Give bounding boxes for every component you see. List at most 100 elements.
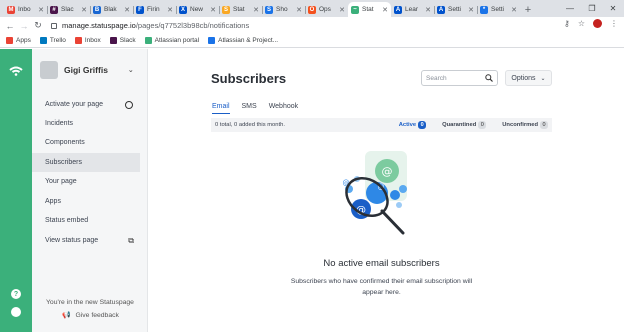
tab-title: Firin [147, 6, 160, 13]
tab-favicon-icon: # [50, 5, 58, 14]
close-tab-icon[interactable]: ✕ [468, 6, 474, 14]
new-tab-button[interactable]: + [520, 2, 536, 17]
tab-webhook[interactable]: Webhook [269, 103, 298, 114]
user-name: Gigi Griffis [64, 65, 108, 75]
sidebar: Gigi Griffis ⌄ Activate your page Incide… [32, 49, 148, 332]
empty-state-description: Subscribers who have confirmed their ema… [290, 278, 473, 296]
page-title: Subscribers [211, 71, 287, 86]
give-feedback-link[interactable]: 📢 Give feedback [62, 311, 119, 320]
filter-unconfirmed[interactable]: Unconfirmed 0 [502, 121, 548, 129]
tab-title: Ops [319, 6, 331, 13]
close-tab-icon[interactable]: ✕ [167, 6, 173, 14]
close-window-icon[interactable]: ✕ [603, 0, 623, 17]
options-dropdown[interactable]: Options ⌄ [505, 70, 552, 86]
account-switcher[interactable]: Gigi Griffis ⌄ [40, 61, 134, 79]
bookmark-icon [74, 37, 82, 44]
browser-tab-strip: M Inbo ✕ # Slac ✕ B Blak ✕ F Firin ✕ X New ✕ S Stat ✕ S Sho… [0, 0, 624, 17]
tab-favicon-icon: O [308, 5, 316, 14]
profile-avatar-icon[interactable] [593, 19, 602, 28]
statuspage-logo-icon[interactable] [9, 66, 23, 76]
close-tab-icon[interactable]: ✕ [339, 6, 345, 14]
sidebar-item-apps[interactable]: Apps [32, 192, 140, 211]
reload-icon[interactable]: ↻ [31, 20, 45, 31]
user-avatar-icon[interactable] [11, 307, 21, 317]
sidebar-item-activate[interactable]: Activate your page [32, 95, 140, 114]
address-bar[interactable]: manage.statuspage.io/pages/q7752l3b98cb/… [51, 19, 249, 32]
close-tab-icon[interactable]: ✕ [253, 6, 259, 14]
bookmark-item[interactable]: Slack [109, 37, 136, 44]
tab-title: Slac [61, 6, 74, 13]
forward-icon[interactable]: → [17, 21, 31, 31]
sidebar-item-status-embed[interactable]: Status embed [32, 211, 140, 230]
bookmark-item[interactable]: Inbox [74, 37, 101, 44]
browser-tab[interactable]: A Setti ✕ [434, 2, 477, 17]
bookmark-item[interactable]: Apps [6, 37, 31, 44]
sidebar-item-components[interactable]: Components [32, 133, 140, 152]
url-path: /pages/q7752l3b98cb/notifications [135, 21, 250, 30]
browser-tab[interactable]: # Slac ✕ [47, 2, 90, 17]
tab-favicon-icon: S [222, 5, 230, 14]
sidebar-item-incidents[interactable]: Incidents [32, 114, 140, 133]
lock-icon [51, 22, 57, 29]
menu-icon[interactable]: ⋮ [610, 19, 618, 28]
close-tab-icon[interactable]: ✕ [81, 6, 87, 14]
browser-tab[interactable]: S Stat ✕ [219, 2, 262, 17]
tab-title: Setti [448, 6, 462, 13]
close-tab-icon[interactable]: ✕ [382, 6, 388, 14]
browser-tab[interactable]: * Setti ✕ [477, 2, 520, 17]
sidebar-item-label: Incidents [45, 120, 74, 127]
tab-favicon-icon: M [7, 5, 15, 14]
close-tab-icon[interactable]: ✕ [38, 6, 44, 14]
minimize-icon[interactable]: — [560, 0, 580, 17]
feedback-label: Give feedback [75, 311, 119, 319]
sidebar-item-label: Apps [45, 198, 61, 205]
bookmark-item[interactable]: Atlassian portal [144, 37, 200, 44]
close-tab-icon[interactable]: ✕ [210, 6, 216, 14]
external-link-icon: ⧉ [128, 235, 134, 245]
browser-tab[interactable]: F Firin ✕ [133, 2, 176, 17]
filter-label: Unconfirmed [502, 122, 538, 128]
filter-quarantined[interactable]: Quarantined 0 [442, 121, 487, 129]
sidebar-item-subscribers[interactable]: Subscribers [32, 153, 140, 172]
tab-email[interactable]: Email [212, 103, 230, 114]
star-icon[interactable]: ☆ [578, 19, 585, 28]
maximize-icon[interactable]: ❐ [582, 0, 602, 17]
count-badge: 0 [478, 121, 487, 129]
close-tab-icon[interactable]: ✕ [296, 6, 302, 14]
help-icon[interactable]: ? [11, 289, 21, 299]
close-tab-icon[interactable]: ✕ [511, 6, 517, 14]
bookmark-item[interactable]: Trello [39, 37, 66, 44]
browser-tab[interactable]: O Ops ✕ [305, 2, 348, 17]
tab-favicon-icon: A [437, 5, 445, 14]
search-input[interactable]: Search [421, 70, 498, 86]
filter-label: Active [398, 122, 417, 128]
filter-active[interactable]: Active 0 [398, 121, 427, 129]
tab-title: Setti [491, 6, 505, 13]
close-tab-icon[interactable]: ✕ [124, 6, 130, 14]
tab-favicon-icon: A [394, 5, 402, 14]
key-icon[interactable]: ⚷ [564, 19, 570, 28]
sidebar-item-your-page[interactable]: Your page [32, 172, 140, 191]
sidebar-item-label: View status page [45, 237, 99, 244]
bookmark-item[interactable]: Atlassian & Project... [208, 37, 278, 44]
tab-favicon-icon: F [136, 5, 144, 14]
bookmark-label: Atlassian & Project... [218, 37, 279, 44]
options-label: Options [511, 74, 536, 82]
back-icon[interactable]: ← [3, 21, 17, 31]
tab-favicon-icon: * [480, 5, 488, 14]
close-tab-icon[interactable]: ✕ [425, 6, 431, 14]
bookmark-label: Atlassian portal [154, 37, 200, 44]
browser-tab[interactable]: S Sho ✕ [262, 2, 305, 17]
browser-tab[interactable]: A Lear ✕ [391, 2, 434, 17]
browser-tab[interactable]: X New ✕ [176, 2, 219, 17]
page-avatar [40, 61, 58, 79]
search-placeholder: Search [426, 74, 447, 82]
browser-tab[interactable]: M Inbo ✕ [4, 2, 47, 17]
main-content: Subscribers Search Options ⌄ Email SMS W… [149, 49, 624, 332]
browser-tab[interactable]: ~ Stat ✕ [348, 2, 391, 17]
sidebar-item-label: Components [45, 139, 85, 146]
browser-tab[interactable]: B Blak ✕ [90, 2, 133, 17]
tab-sms[interactable]: SMS [242, 103, 257, 114]
sidebar-item-view-status-page[interactable]: View status page ⧉ [32, 231, 140, 250]
chevron-down-icon: ⌄ [540, 75, 546, 82]
